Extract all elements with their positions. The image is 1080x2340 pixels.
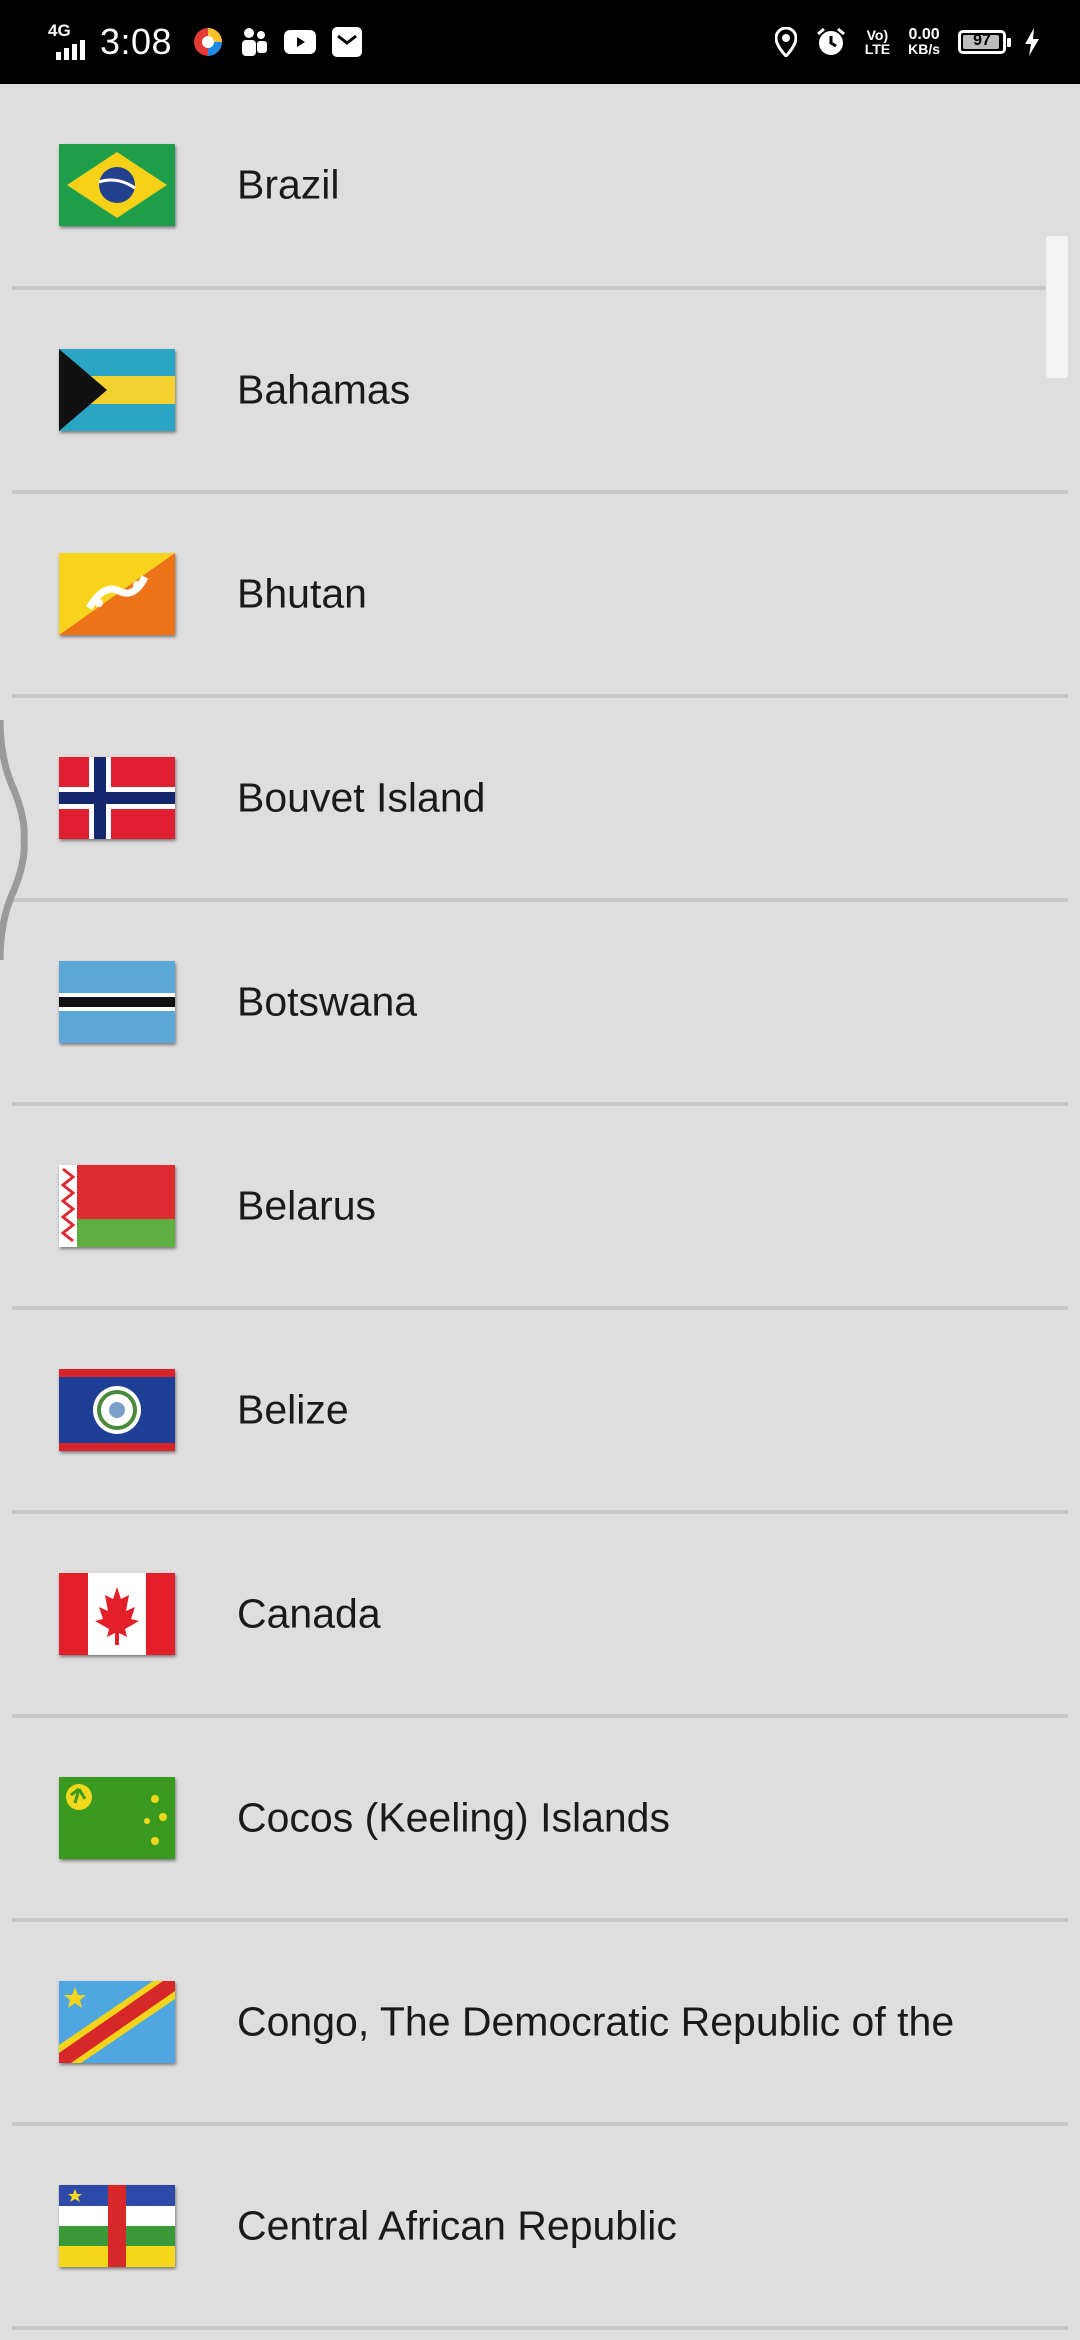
list-item[interactable]: Belarus (12, 1106, 1068, 1310)
bhutan-flag-icon (59, 553, 175, 635)
list-item[interactable]: Bahamas (12, 290, 1068, 494)
battery-indicator: 97 (958, 30, 1011, 54)
scrollbar-thumb[interactable] (1046, 236, 1068, 378)
country-name: Belarus (237, 1182, 377, 1229)
volte-indicator: Vo) LTE (864, 27, 891, 57)
teams-app-icon (242, 28, 268, 56)
list-item[interactable]: Bouvet Island (12, 698, 1068, 902)
country-name: Central African Republic (237, 2202, 677, 2249)
network-speed: 0.00 KB/s (908, 26, 940, 57)
bahamas-flag-icon (59, 349, 175, 431)
list-item[interactable]: Cocos (Keeling) Islands (12, 1718, 1068, 1922)
location-icon (774, 27, 797, 57)
list-item[interactable]: Canada (12, 1514, 1068, 1718)
browser-app-icon (194, 28, 223, 56)
country-name: Bahamas (237, 366, 411, 413)
list-item[interactable]: Central African Republic (12, 2126, 1068, 2330)
country-name: Canada (237, 1590, 381, 1637)
list-item[interactable]: Belize (12, 1310, 1068, 1514)
botswana-flag-icon (59, 961, 175, 1043)
list-item[interactable]: Brazil (12, 84, 1068, 290)
back-gesture-handle[interactable] (0, 720, 40, 960)
central-african-republic-flag-icon (59, 2185, 175, 2267)
canada-flag-icon (59, 1573, 175, 1655)
country-list: Brazil Bahamas Bhutan Bouvet Island Bots… (12, 84, 1068, 2330)
status-bar: 4G 3:08 Vo) LTE 0.00 KB/s 97 (0, 0, 1080, 84)
country-name: Cocos (Keeling) Islands (237, 1794, 670, 1841)
signal-icon: 4G (48, 22, 90, 62)
country-name: Bhutan (237, 570, 367, 617)
brazil-flag-icon (59, 144, 175, 226)
youtube-app-icon (284, 30, 317, 54)
country-name: Brazil (237, 161, 340, 208)
alarm-icon (816, 27, 845, 55)
country-name: Belize (237, 1386, 349, 1433)
congo-drc-flag-icon (59, 1981, 175, 2063)
belarus-flag-icon (59, 1165, 175, 1247)
mail-app-icon (332, 27, 363, 57)
country-name: Bouvet Island (237, 774, 486, 821)
list-item[interactable]: Congo, The Democratic Republic of the (12, 1922, 1068, 2126)
list-item[interactable]: Bhutan (12, 494, 1068, 698)
list-item[interactable]: Botswana (12, 902, 1068, 1106)
country-name: Congo, The Democratic Republic of the (237, 1998, 955, 2045)
charging-icon (1025, 28, 1039, 56)
belize-flag-icon (59, 1369, 175, 1451)
clock: 3:08 (100, 21, 173, 62)
country-name: Botswana (237, 978, 418, 1025)
network-type: 4G (48, 21, 71, 40)
bouvet-island-flag-icon (59, 757, 175, 839)
cocos-islands-flag-icon (59, 1777, 175, 1859)
